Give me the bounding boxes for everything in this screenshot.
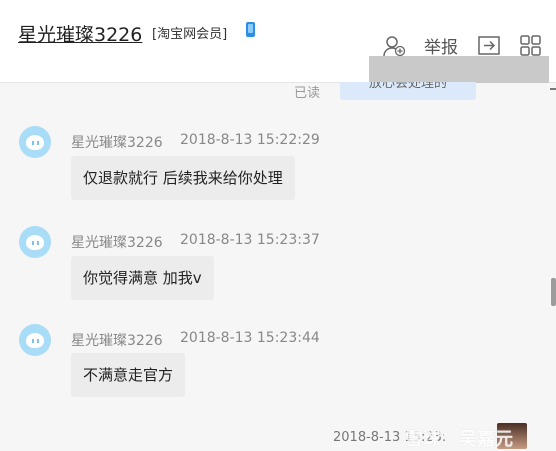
mobile-phone-icon xyxy=(246,22,255,37)
avatar[interactable] xyxy=(19,226,51,258)
message-bubble: 你觉得满意 加我v xyxy=(71,256,214,300)
transfer-icon[interactable] xyxy=(477,35,501,57)
message-bubble: 仅退款就行 后续我来给你处理 xyxy=(71,156,295,200)
report-button[interactable]: 举报 xyxy=(424,33,458,58)
grid-menu-icon[interactable] xyxy=(519,35,543,57)
message-time: 2018-8-13 15:23:44 xyxy=(180,330,320,346)
read-status: 已读 xyxy=(294,86,321,101)
avatar[interactable] xyxy=(19,324,51,356)
sent-message-bubble: 放心会处理的 xyxy=(340,82,476,100)
message-time: 2018-8-13 15:23:37 xyxy=(180,232,320,248)
scroll-arrow[interactable] xyxy=(550,88,556,100)
contact-name[interactable]: 星光璀璨3226 xyxy=(18,20,142,47)
sender-name: 星光璀璨3226 xyxy=(71,235,163,251)
message-time: 2018-8-13 15:22:29 xyxy=(180,132,320,148)
add-contact-icon[interactable] xyxy=(382,35,406,57)
chat-header: 星光璀璨3226 [淘宝网会员] 举报 xyxy=(0,0,556,83)
sender-name: 星光璀璨3226 xyxy=(71,135,163,151)
redacted-block xyxy=(369,56,549,83)
watermark: 雪球：吴嘉元 xyxy=(405,429,513,450)
sent-message-text: 放心会处理的 xyxy=(368,82,447,91)
member-tag: [淘宝网会员] xyxy=(152,27,228,42)
avatar[interactable] xyxy=(19,126,51,158)
sender-name: 星光璀璨3226 xyxy=(71,333,163,349)
scrollbar-thumb[interactable] xyxy=(551,278,556,306)
message-bubble: 不满意走官方 xyxy=(71,353,186,397)
